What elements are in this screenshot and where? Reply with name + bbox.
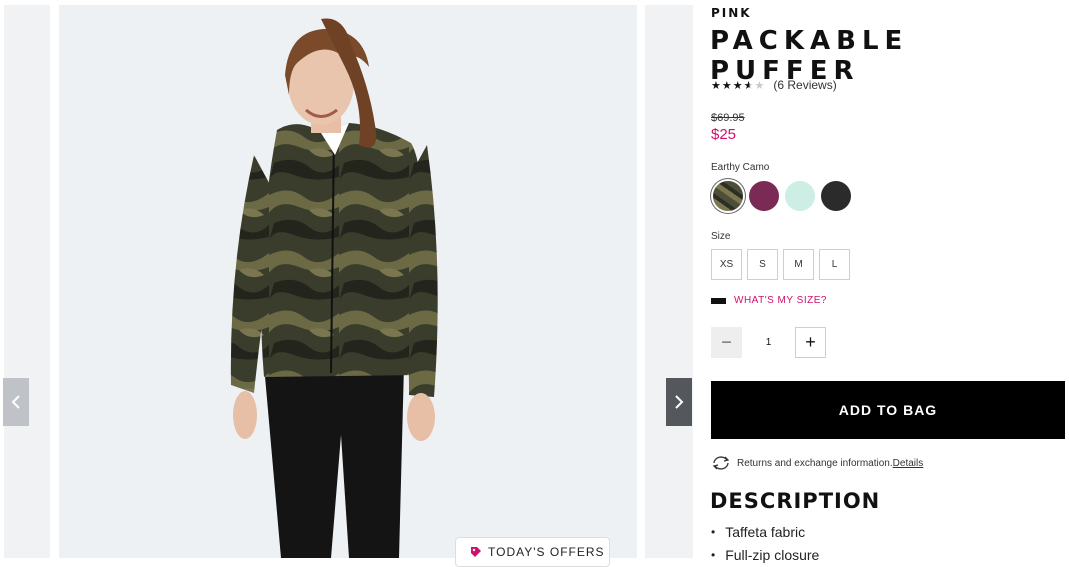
size-option-s[interactable]: S bbox=[747, 249, 778, 280]
model-photo bbox=[230, 18, 438, 558]
description-list: Taffeta fabric Full-zip closure bbox=[711, 520, 819, 566]
swatch-mint[interactable] bbox=[785, 181, 815, 211]
swatch-berry[interactable] bbox=[749, 181, 779, 211]
whats-my-size-link[interactable]: WHAT'S MY SIZE? bbox=[711, 295, 827, 306]
previous-image-button[interactable] bbox=[3, 378, 29, 426]
reviews-count-link[interactable]: (6 Reviews) bbox=[773, 78, 836, 92]
star-icon: ★ bbox=[754, 79, 766, 92]
exchange-icon bbox=[712, 456, 730, 470]
brand-label: PINK bbox=[711, 6, 752, 20]
size-option-m[interactable]: M bbox=[783, 249, 814, 280]
product-title: PACKABLE PUFFER bbox=[710, 26, 909, 86]
sale-price: $25 bbox=[711, 126, 737, 143]
star-rating: ★ ★ ★ ★ ★ bbox=[711, 79, 765, 92]
next-image-thumbnail[interactable] bbox=[645, 5, 693, 558]
offers-label: TODAY'S OFFERS bbox=[488, 545, 605, 559]
star-icon: ★ bbox=[721, 79, 733, 92]
star-icon: ★ bbox=[732, 79, 744, 92]
previous-image-thumbnail[interactable] bbox=[4, 5, 50, 558]
todays-offers-button[interactable]: TODAY'S OFFERS bbox=[455, 537, 610, 567]
swatch-black[interactable] bbox=[821, 181, 851, 211]
product-image bbox=[59, 5, 637, 558]
swatch-earthy-camo[interactable] bbox=[713, 181, 743, 211]
quantity-value[interactable]: 1 bbox=[742, 337, 795, 348]
size-option-l[interactable]: L bbox=[819, 249, 850, 280]
half-star-icon: ★ bbox=[743, 79, 755, 92]
increase-quantity-button[interactable]: + bbox=[795, 327, 826, 358]
list-item: Full-zip closure bbox=[711, 543, 819, 566]
product-rating[interactable]: ★ ★ ★ ★ ★ (6 Reviews) bbox=[711, 78, 837, 92]
next-image-button[interactable] bbox=[666, 378, 692, 426]
size-option-xs[interactable]: XS bbox=[711, 249, 742, 280]
description-heading: DESCRIPTION bbox=[710, 489, 881, 513]
ruler-icon bbox=[711, 297, 726, 304]
color-swatches bbox=[713, 181, 851, 211]
selected-color-label: Earthy Camo bbox=[711, 162, 770, 173]
list-item: Taffeta fabric bbox=[711, 520, 819, 543]
returns-info: Returns and exchange information.Details bbox=[711, 455, 923, 471]
tag-icon bbox=[471, 547, 481, 557]
returns-details-link[interactable]: Details bbox=[893, 458, 924, 469]
quantity-stepper: − 1 + bbox=[711, 327, 826, 358]
decrease-quantity-button[interactable]: − bbox=[711, 327, 742, 358]
star-icon: ★ bbox=[711, 79, 722, 92]
original-price: $69.95 bbox=[711, 112, 745, 124]
add-to-bag-button[interactable]: ADD TO BAG bbox=[711, 381, 1065, 439]
chevron-right-icon bbox=[675, 395, 684, 409]
returns-text: Returns and exchange information.Details bbox=[737, 457, 924, 469]
whats-my-size-label: WHAT'S MY SIZE? bbox=[734, 295, 827, 306]
size-label: Size bbox=[711, 231, 731, 242]
chevron-left-icon bbox=[11, 395, 20, 409]
size-options: XS S M L bbox=[711, 249, 850, 280]
